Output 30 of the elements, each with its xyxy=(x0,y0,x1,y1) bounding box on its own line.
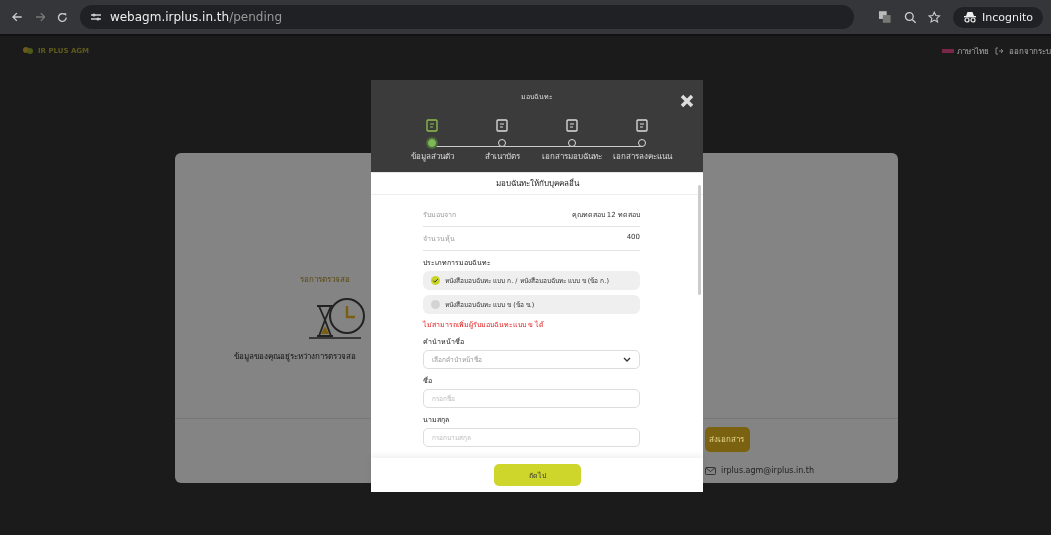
step-label: ข้อมูลส่วนตัว xyxy=(410,151,454,163)
incognito-icon xyxy=(963,11,977,23)
address-bar[interactable]: webagm.irplus.in.th/pending xyxy=(79,5,855,29)
translate-icon[interactable] xyxy=(878,10,892,24)
step-label: สำเนาบัตร xyxy=(484,151,520,163)
email-text: irplus.agm@irplus.in.th xyxy=(721,466,814,475)
logout-icon[interactable] xyxy=(995,47,1003,55)
dialog-subtitle: มอบฉันทะให้กับบุคคลอื่น xyxy=(371,173,703,195)
submit-button[interactable]: ส่งเอกสาร xyxy=(705,427,750,452)
clipboard-icon xyxy=(425,118,439,132)
incognito-button[interactable]: Incognito xyxy=(953,6,1044,28)
chevron-down-icon xyxy=(623,357,631,362)
forward-icon[interactable] xyxy=(34,12,46,22)
document-icon xyxy=(565,118,579,132)
status-title: รอการตรวจสอ xyxy=(300,274,350,286)
scrollbar[interactable] xyxy=(698,185,701,295)
logout-link[interactable]: ออกจากระบ xyxy=(1009,44,1051,58)
step-label: เอกสารลงคะแนน xyxy=(612,151,672,163)
site-settings-icon[interactable] xyxy=(89,12,102,22)
back-icon[interactable] xyxy=(12,12,23,22)
logo-icon xyxy=(22,46,34,56)
step-label: เอกสารมอบฉันทะ xyxy=(542,151,602,163)
language-link[interactable]: ภาษาไทย xyxy=(942,44,989,58)
mail-icon xyxy=(705,466,716,475)
star-icon[interactable] xyxy=(928,10,941,24)
flag-icon xyxy=(942,49,954,53)
status-message: ข้อมูลของคุณอยู่ระหว่างการตรวจสอ xyxy=(234,351,356,363)
zoom-icon[interactable] xyxy=(903,10,917,24)
close-icon[interactable] xyxy=(680,94,694,108)
reload-icon[interactable] xyxy=(57,11,68,23)
